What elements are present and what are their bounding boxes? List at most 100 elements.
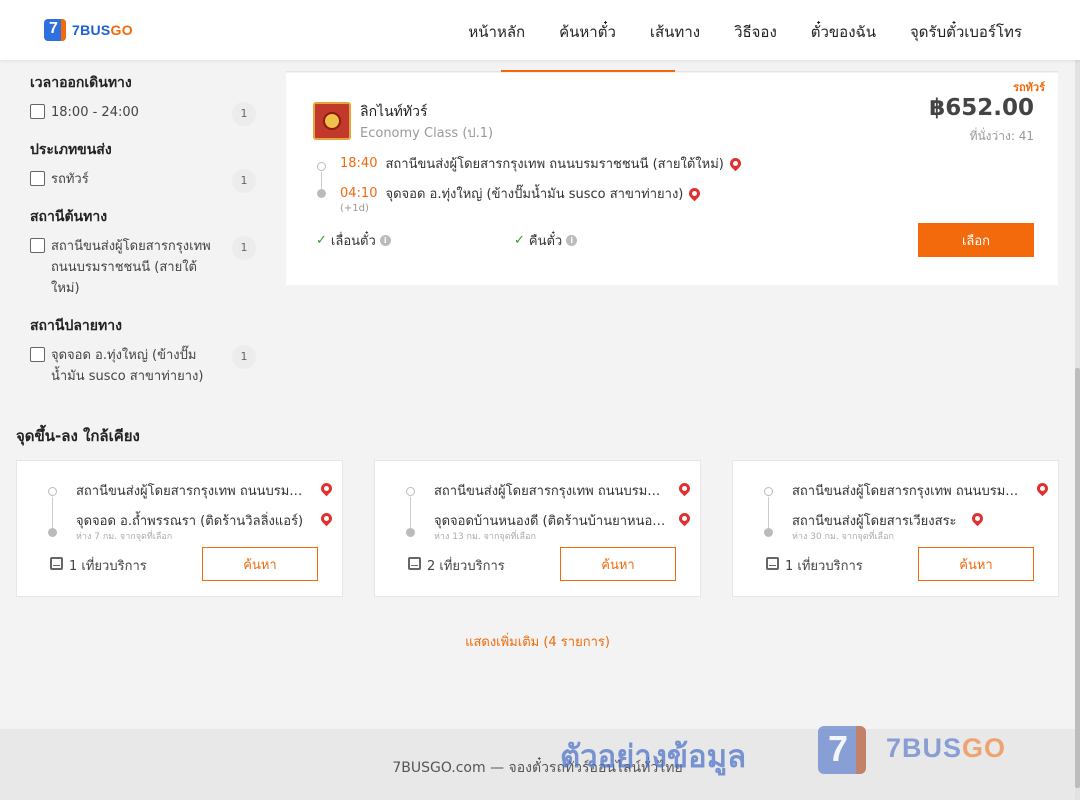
- nearby-trip-count: 1 เที่ยวบริการ: [69, 559, 147, 574]
- bus-icon: [766, 557, 779, 570]
- nearby-card: สถานีขนส่งผู้โดยสารกรุงเทพ ถนนบรมราชชนนี…: [732, 460, 1059, 597]
- map-pin-icon[interactable]: [676, 510, 693, 527]
- feature-refund-label: คืนตั๋ว: [528, 234, 563, 249]
- site-logo[interactable]: 7 7BUSGO: [44, 19, 133, 41]
- trip-price: ฿652.00: [929, 95, 1034, 121]
- filter-sidebar: เวลาออกเดินทาง 18:00 - 24:00 1 ประเภทขนส…: [30, 62, 256, 403]
- bus-icon: [408, 557, 421, 570]
- destination-checkbox[interactable]: [30, 347, 45, 362]
- select-trip-button[interactable]: เลือก: [918, 223, 1034, 257]
- feature-change-ticket: ✓ เลื่อนตั๋ว i: [316, 230, 391, 251]
- watermark-logo-number: 7: [828, 728, 849, 769]
- logo-text-orange: GO: [110, 22, 133, 38]
- transport-type-checkbox[interactable]: [30, 171, 45, 186]
- filter-title-origin: สถานีต้นทาง: [30, 209, 108, 225]
- departure-dot-icon: [317, 162, 326, 171]
- bus-class: Economy Class (ป.1): [360, 126, 494, 141]
- departure-station: สถานีขนส่งผู้โดยสารกรุงเทพ ถนนบรมราชชนนี…: [385, 157, 724, 172]
- nearby-trip-count: 1 เที่ยวบริการ: [785, 559, 863, 574]
- nearby-trip-count: 2 เที่ยวบริการ: [427, 559, 505, 574]
- origin-dot-icon: [764, 487, 773, 496]
- route-connector: [410, 497, 411, 529]
- show-more-link[interactable]: แสดงเพิ่มเติม (4 รายการ): [0, 631, 1075, 652]
- operator-logo: [313, 102, 351, 140]
- nearby-search-button[interactable]: ค้นหา: [918, 547, 1034, 581]
- logo-mark-icon: 7: [44, 19, 66, 41]
- map-pin-icon[interactable]: [676, 480, 693, 497]
- departure-time: 18:40: [340, 156, 378, 171]
- arrival-dot-icon: [317, 189, 326, 198]
- origin-dot-icon: [406, 487, 415, 496]
- nav-my-tickets[interactable]: ตั๋วของฉัน: [811, 20, 876, 44]
- nearby-search-button[interactable]: ค้นหา: [202, 547, 318, 581]
- departure-stop: 18:40 สถานีขนส่งผู้โดยสารกรุงเทพ ถนนบรมร…: [340, 153, 744, 174]
- filter-title-transport-type: ประเภทขนส่ง: [30, 142, 112, 158]
- nearby-destination: จุดจอด อ.ถ้ำพรรณรา (ติดร้านวิลลิ่งแอร์): [76, 514, 304, 529]
- filter-count-badge: 1: [232, 345, 256, 369]
- nearby-origin: สถานีขนส่งผู้โดยสารกรุงเทพ ถนนบรมราชชนนี…: [792, 484, 1024, 499]
- page-scrollbar[interactable]: [1075, 60, 1080, 800]
- check-icon: ✓: [316, 233, 327, 248]
- nearby-section-title: จุดขึ้น-ลง ใกล้เคียง: [16, 427, 140, 445]
- filter-option-transport-type[interactable]: รถทัวร์ 1: [30, 169, 256, 193]
- active-tab-indicator: [501, 70, 675, 72]
- next-day-indicator: (+1d): [340, 203, 369, 214]
- map-pin-icon[interactable]: [1034, 480, 1051, 497]
- filter-count-badge: 1: [232, 102, 256, 126]
- seats-available: ที่นั่งว่าง: 41: [969, 129, 1034, 143]
- filter-count-badge: 1: [232, 169, 256, 193]
- route-connector: [768, 497, 769, 529]
- watermark-logo-icon: 7: [818, 726, 866, 774]
- info-icon[interactable]: i: [566, 235, 578, 246]
- top-header: 7 7BUSGO หน้าหลัก ค้นหาตั๋ว เส้นทาง วิธี…: [0, 0, 1080, 60]
- map-pin-icon[interactable]: [318, 510, 335, 527]
- transport-tag: รถทัวร์: [1013, 81, 1045, 94]
- nearby-distance: ห่าง 30 กม. จากจุดที่เลือก: [792, 532, 894, 542]
- nearby-distance: ห่าง 7 กม. จากจุดที่เลือก: [76, 532, 173, 542]
- watermark-brand: 7BUSGO: [886, 733, 1006, 764]
- scrollbar-thumb[interactable]: [1075, 368, 1080, 788]
- nearby-origin: สถานีขนส่งผู้โดยสารกรุงเทพ ถนนบรมราชชนนี…: [434, 484, 666, 499]
- map-pin-icon[interactable]: [727, 155, 744, 172]
- trip-result-card: รถทัวร์ ลิกไนท์ทัวร์ Economy Class (ป.1)…: [286, 73, 1058, 285]
- filter-option-label: จุดจอด อ.ทุ่งใหญ่ (ข้างปั๊มน้ำมัน susco …: [51, 348, 204, 384]
- filter-option-origin[interactable]: สถานีขนส่งผู้โดยสารกรุงเทพ ถนนบรมราชชนนี…: [30, 236, 256, 299]
- route-connector: [52, 497, 53, 529]
- arrival-time: 04:10: [340, 186, 378, 201]
- logo-text-blue: 7BUS: [72, 22, 111, 38]
- filter-title-destination: สถานีปลายทาง: [30, 318, 122, 334]
- nav-how-to-book[interactable]: วิธีจอง: [734, 20, 777, 44]
- feature-change-label: เลื่อนตั๋ว: [330, 234, 376, 249]
- nearby-search-button[interactable]: ค้นหา: [560, 547, 676, 581]
- departure-time-checkbox[interactable]: [30, 104, 45, 119]
- nav-routes[interactable]: เส้นทาง: [650, 20, 700, 44]
- sample-data-watermark: ตัวอย่างข้อมูล: [560, 739, 747, 775]
- logo-mark-stripe: [61, 19, 66, 41]
- feature-refund-ticket: ✓ คืนตั๋ว i: [514, 230, 578, 251]
- map-pin-icon[interactable]: [969, 510, 986, 527]
- bus-icon: [50, 557, 63, 570]
- origin-checkbox[interactable]: [30, 238, 45, 253]
- destination-dot-icon: [406, 528, 415, 537]
- arrival-stop: 04:10 จุดจอด อ.ทุ่งใหญ่ (ข้างปั๊มน้ำมัน …: [340, 183, 703, 204]
- nav-ticket-pickup-phone[interactable]: จุดรับตั๋วเบอร์โทร: [910, 20, 1022, 44]
- filter-count-badge: 1: [232, 236, 256, 260]
- filter-option-destination[interactable]: จุดจอด อ.ทุ่งใหญ่ (ข้างปั๊มน้ำมัน susco …: [30, 345, 256, 387]
- nearby-card: สถานีขนส่งผู้โดยสารกรุงเทพ ถนนบรมราชชนนี…: [16, 460, 343, 597]
- nav-search-ticket[interactable]: ค้นหาตั๋ว: [559, 20, 616, 44]
- origin-dot-icon: [48, 487, 57, 496]
- filter-option-label: 18:00 - 24:00: [51, 105, 139, 120]
- destination-dot-icon: [48, 528, 57, 537]
- destination-dot-icon: [764, 528, 773, 537]
- main-nav: หน้าหลัก ค้นหาตั๋ว เส้นทาง วิธีจอง ตั๋วข…: [468, 20, 1022, 44]
- filter-option-departure-time[interactable]: 18:00 - 24:00 1: [30, 102, 256, 126]
- map-pin-icon[interactable]: [318, 480, 335, 497]
- nav-home[interactable]: หน้าหลัก: [468, 20, 525, 44]
- info-icon[interactable]: i: [379, 235, 391, 246]
- watermark-brand-orange: GO: [962, 733, 1007, 763]
- map-pin-icon[interactable]: [687, 185, 703, 202]
- check-icon: ✓: [514, 233, 525, 248]
- watermark-brand-blue: 7BUS: [886, 733, 963, 763]
- logo-text: 7BUSGO: [72, 22, 133, 38]
- filter-title-departure-time: เวลาออกเดินทาง: [30, 75, 132, 91]
